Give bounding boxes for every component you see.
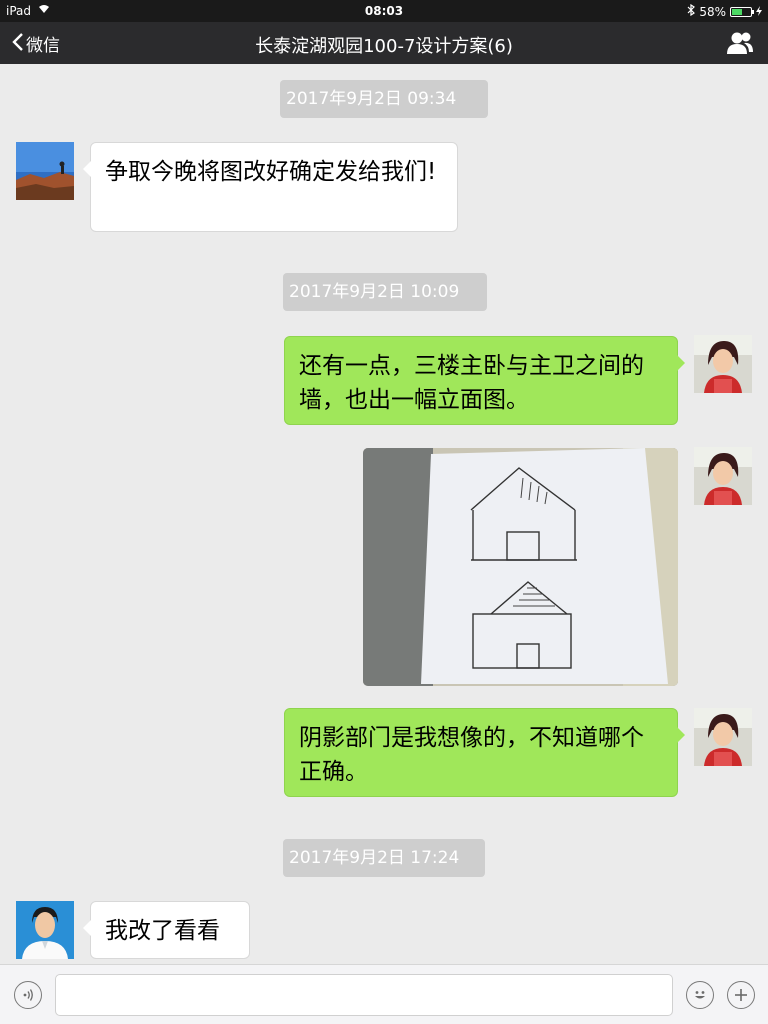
timestamp: 2017年9月2日 10:09: [283, 273, 487, 311]
timestamp: 2017年9月2日 17:24: [283, 839, 485, 877]
status-bar: iPad 08:03 58%: [0, 0, 768, 22]
voice-icon[interactable]: [14, 981, 42, 1009]
battery-icon: [730, 6, 754, 17]
chat-area[interactable]: 2017年9月2日 09:34 争取今晚将图改好确定发给我们! 2017年9月2…: [0, 64, 768, 964]
message-input[interactable]: [55, 974, 673, 1016]
message-bubble-received[interactable]: 我改了看看: [83, 901, 250, 959]
avatar[interactable]: [16, 901, 74, 959]
avatar[interactable]: [694, 447, 752, 505]
message-bubble-sent[interactable]: 阴影部门是我想像的，不知道哪个正确。: [284, 708, 685, 797]
input-bar: [0, 964, 768, 1024]
emoji-icon[interactable]: [686, 981, 714, 1009]
message-bubble-sent[interactable]: 还有一点，三楼主卧与主卫之间的墙，也出一幅立面图。: [284, 336, 685, 425]
status-right: 58%: [687, 3, 762, 19]
plus-icon[interactable]: [727, 981, 755, 1009]
status-time: 08:03: [364, 4, 404, 18]
timestamp: 2017年9月2日 09:34: [280, 80, 488, 118]
charging-icon: [756, 5, 762, 19]
chat-title: 长泰淀湖观园100-7设计方案(6): [255, 36, 513, 57]
avatar[interactable]: [694, 335, 752, 393]
message-bubble-received[interactable]: 争取今晚将图改好确定发给我们!: [83, 142, 458, 232]
group-contacts-icon[interactable]: [726, 30, 754, 56]
photo-message[interactable]: [363, 448, 678, 686]
avatar[interactable]: [694, 708, 752, 766]
navigation-bar: 微信 长泰淀湖观园100-7设计方案(6): [0, 22, 768, 64]
avatar[interactable]: [16, 142, 74, 200]
bluetooth-icon: [687, 3, 696, 19]
battery-percent: 58%: [699, 4, 726, 19]
